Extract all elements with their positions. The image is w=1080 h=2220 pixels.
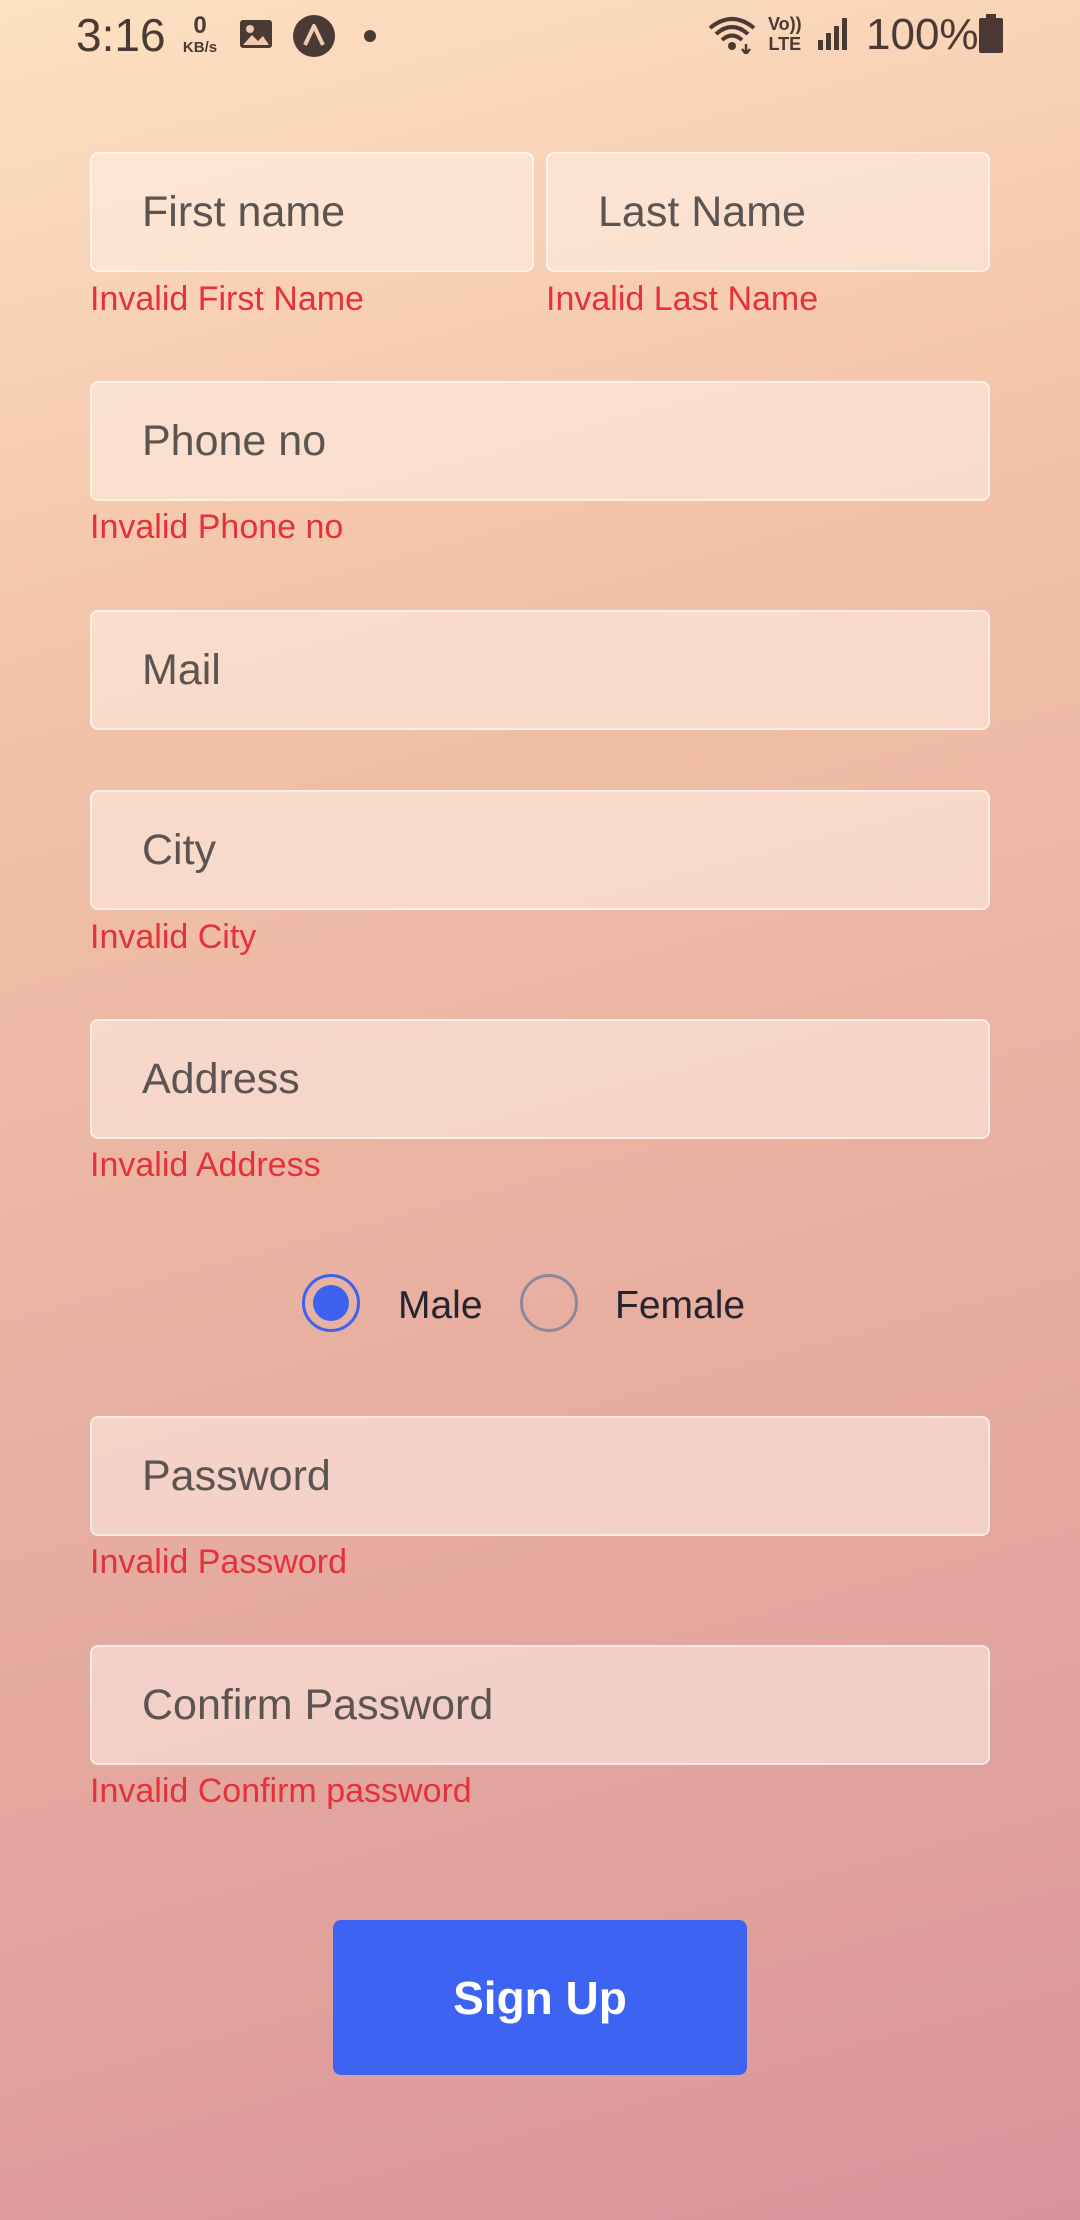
more-notifications-dot-icon xyxy=(364,30,376,42)
phone-placeholder: Phone no xyxy=(142,416,327,465)
radio-selected-dot xyxy=(313,1285,349,1321)
mail-placeholder: Mail xyxy=(142,645,221,694)
last-name-placeholder: Last Name xyxy=(598,187,806,236)
city-input[interactable]: City xyxy=(90,790,990,910)
gender-male-label[interactable]: Male xyxy=(398,1284,483,1328)
gallery-notification-icon xyxy=(238,16,274,57)
phone-input[interactable]: Phone no xyxy=(90,381,990,501)
signal-strength-icon xyxy=(816,16,852,57)
city-error: Invalid City xyxy=(90,918,257,956)
network-speed-unit: KB/s xyxy=(182,39,218,56)
volte-line-2: LTE xyxy=(768,34,802,54)
password-input[interactable]: Password xyxy=(90,1416,990,1536)
first-name-input[interactable]: First name xyxy=(90,152,534,272)
last-name-input[interactable]: Last Name xyxy=(546,152,990,272)
gender-female-radio[interactable] xyxy=(520,1274,578,1332)
volte-indicator: Vo)) LTE xyxy=(768,14,802,54)
first-name-error: Invalid First Name xyxy=(90,280,364,318)
last-name-error: Invalid Last Name xyxy=(546,280,819,318)
gender-female-label[interactable]: Female xyxy=(615,1284,745,1328)
confirm-password-error: Invalid Confirm password xyxy=(90,1772,472,1810)
volte-line-1: Vo)) xyxy=(768,14,802,34)
address-error: Invalid Address xyxy=(90,1146,321,1184)
first-name-placeholder: First name xyxy=(142,187,346,236)
status-bar: 3:16 0 KB/s Vo)) LTE 100% xyxy=(0,0,1080,72)
address-input[interactable]: Address xyxy=(90,1019,990,1139)
password-placeholder: Password xyxy=(142,1451,331,1500)
confirm-password-placeholder: Confirm Password xyxy=(142,1680,494,1729)
battery-percentage: 100% xyxy=(866,10,979,59)
network-speed-value: 0 xyxy=(193,12,207,39)
app-notification-icon xyxy=(292,14,336,63)
address-placeholder: Address xyxy=(142,1054,300,1103)
password-error: Invalid Password xyxy=(90,1543,348,1581)
phone-error: Invalid Phone no xyxy=(90,508,344,546)
network-speed-indicator: 0 KB/s xyxy=(178,12,222,56)
city-placeholder: City xyxy=(142,825,217,874)
wifi-icon xyxy=(706,14,758,59)
sign-up-button[interactable]: Sign Up xyxy=(333,1920,747,2075)
status-time: 3:16 xyxy=(76,9,166,61)
mail-input[interactable]: Mail xyxy=(90,610,990,730)
gender-male-radio[interactable] xyxy=(302,1274,360,1332)
battery-icon xyxy=(978,14,1004,59)
confirm-password-input[interactable]: Confirm Password xyxy=(90,1645,990,1765)
